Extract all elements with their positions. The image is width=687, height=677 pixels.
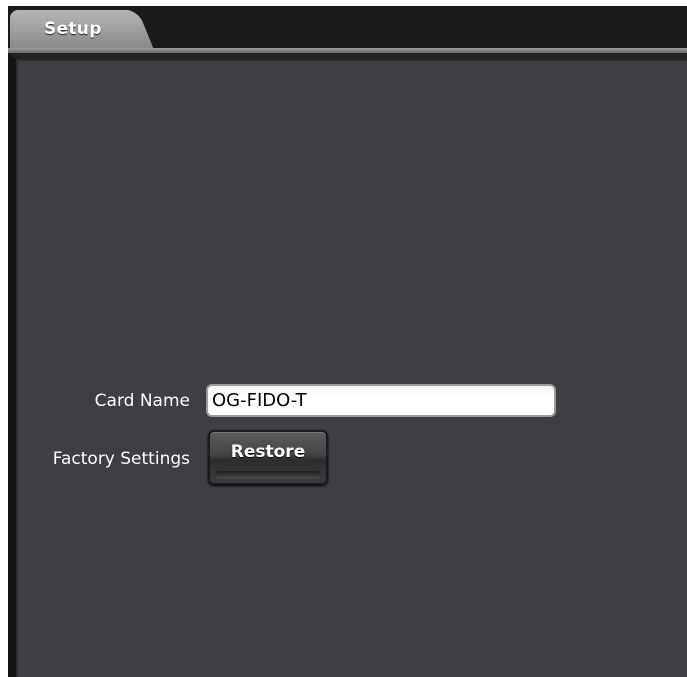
card-name-input[interactable] [206, 384, 556, 417]
restore-button[interactable]: Restore [208, 430, 328, 485]
card-name-label: Card Name [94, 391, 190, 411]
factory-settings-label: Factory Settings [52, 449, 190, 469]
card-setup-window: Setup Card Name Factory Settings Restore [0, 0, 687, 677]
tab-setup-label: Setup [44, 19, 102, 39]
tab-bar: Setup [8, 6, 687, 52]
tab-setup[interactable]: Setup [10, 10, 134, 50]
setup-panel [8, 53, 687, 677]
